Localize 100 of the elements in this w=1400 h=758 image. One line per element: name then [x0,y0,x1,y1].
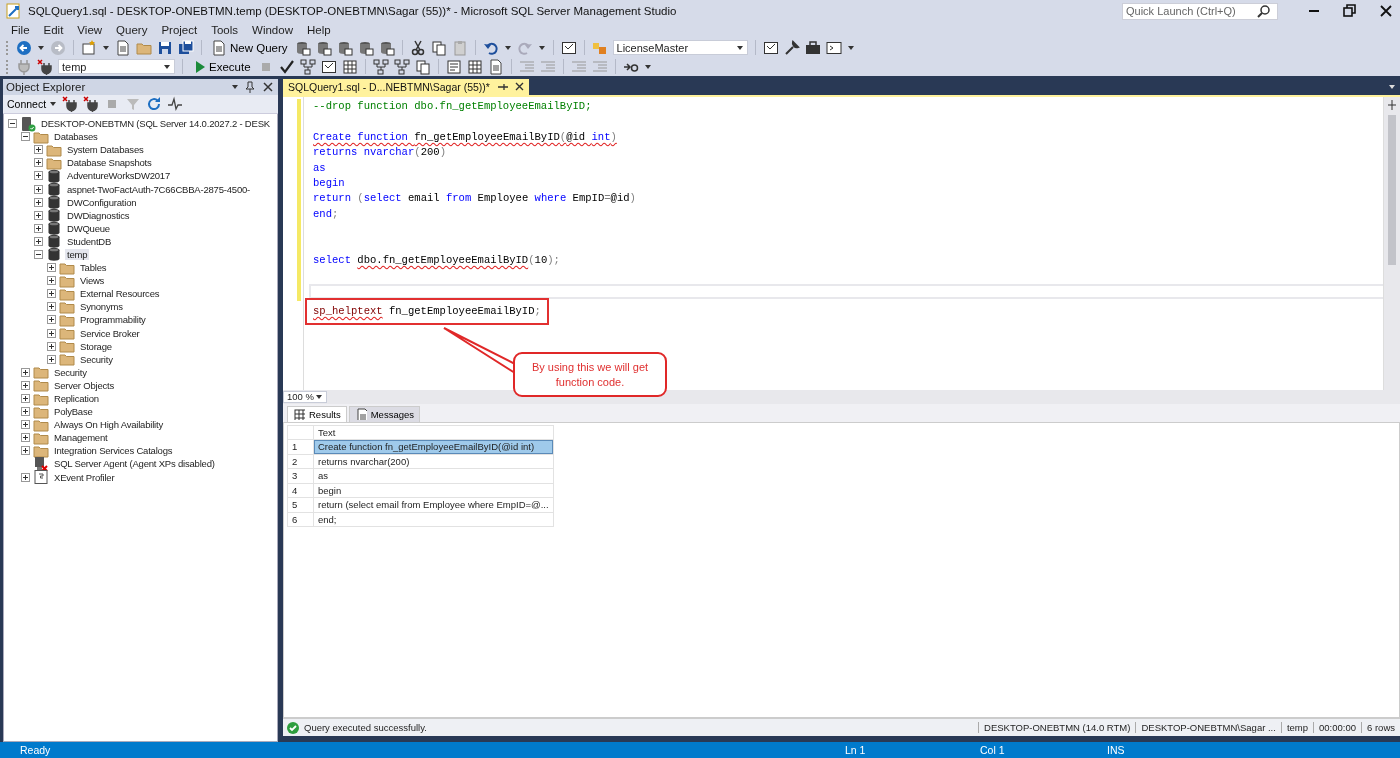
tree-item[interactable]: XEvent Profiler [52,471,117,483]
activity-icon[interactable] [167,96,184,112]
menu-item[interactable]: Project [154,24,205,36]
menu-item[interactable]: Help [299,24,338,36]
grid-icon[interactable] [466,58,483,75]
database-query-icon[interactable] [336,39,353,56]
expand-toggle[interactable] [34,236,43,246]
tree-item[interactable]: System Databases [65,144,146,156]
scrollbar-thumb[interactable] [1388,115,1396,265]
expand-toggle[interactable] [47,328,56,338]
add-item-icon[interactable] [115,39,131,56]
connect-button[interactable]: Connect [7,95,58,113]
cut-icon[interactable] [409,39,426,56]
database-query-icon[interactable] [378,39,395,56]
results-tab[interactable]: Results [287,405,347,422]
check-icon[interactable] [278,58,295,75]
disconnect-icon[interactable] [37,58,53,75]
document-tab[interactable]: SQLQuery1.sql - D...NEBTMN\Sagar (55))* [283,79,529,95]
expand-toggle[interactable] [21,380,30,390]
expand-toggle[interactable] [34,223,43,233]
new-query-button[interactable]: New Query [209,38,290,57]
window-icon[interactable] [560,39,577,56]
expand-toggle[interactable] [47,302,56,312]
tree-item[interactable]: PolyBase [52,406,95,418]
menu-item[interactable]: Edit [36,24,71,36]
zoom-dropdown[interactable]: 100 % [283,390,327,403]
tree-item[interactable]: temp [65,249,90,260]
grid-icon[interactable] [341,58,358,75]
expand-toggle[interactable] [47,354,56,364]
wrench-icon[interactable] [783,39,800,56]
disconnect-icon[interactable] [83,96,100,112]
expand-toggle[interactable] [34,210,43,220]
caret-icon[interactable] [37,43,45,52]
copy-icon[interactable] [430,39,447,56]
tree-item[interactable]: aspnet-TwoFactAuth-7C66CBBA-2875-4500- [65,183,253,195]
split-icon[interactable] [1386,99,1398,111]
plan-icon[interactable] [393,58,410,75]
expand-toggle[interactable] [21,472,30,482]
tree-item[interactable]: Tables [78,262,109,274]
menu-item[interactable]: Tools [204,24,246,36]
expand-toggle[interactable] [34,184,43,194]
tree-item[interactable]: Always On High Availability [52,419,165,431]
menu-item[interactable]: File [4,24,37,36]
tree-item[interactable]: Synonyms [78,301,125,313]
expand-toggle[interactable] [34,158,43,168]
console-icon[interactable] [825,39,842,56]
tree-item[interactable]: Service Broker [78,327,142,339]
new-project-icon[interactable] [81,39,97,56]
expand-toggle[interactable] [21,420,30,430]
tree-item[interactable]: Database Snapshots [65,157,154,169]
tree-item[interactable]: Views [78,275,107,287]
tree-item[interactable]: Management [52,432,110,444]
expand-toggle[interactable] [21,407,30,417]
copy-icon[interactable] [414,58,431,75]
tree-item[interactable]: DWDiagnostics [65,209,132,221]
expand-toggle[interactable] [47,263,56,273]
table-cell[interactable]: as [313,468,554,483]
results-tab[interactable]: Messages [348,405,420,422]
back-icon[interactable] [16,39,32,56]
database-query-icon[interactable] [294,39,311,56]
expand-toggle[interactable] [21,446,30,456]
menu-item[interactable]: Window [245,24,300,36]
expand-toggle[interactable] [21,132,30,142]
refresh-icon[interactable] [146,96,163,112]
quick-launch-field[interactable]: Quick Launch (Ctrl+Q) [1122,2,1278,20]
caret-icon[interactable] [537,43,546,52]
expand-toggle[interactable] [21,367,30,377]
close-icon[interactable] [261,80,275,94]
save-all-icon[interactable] [178,39,194,56]
table-cell[interactable]: end; [313,512,554,527]
tree-item[interactable]: DESKTOP-ONEBTMN (SQL Server 14.0.2027.2 - DESK [39,118,272,130]
caret-icon[interactable] [643,62,652,71]
tree-item[interactable]: Databases [52,131,100,143]
menu-item[interactable]: View [70,24,110,36]
tree-item[interactable]: Replication [52,393,101,404]
database-dropdown[interactable]: LicenseMaster [612,40,748,55]
tree-item[interactable]: Programmability [78,314,148,326]
table-cell[interactable]: return (select email from Employee where EmpID=@... [313,497,554,512]
window-icon[interactable] [320,58,337,75]
caret-icon[interactable] [503,43,512,52]
text-icon[interactable] [445,58,462,75]
expand-toggle[interactable] [47,341,56,351]
expand-toggle[interactable] [21,433,30,443]
document-icon[interactable] [487,58,504,75]
tree-item[interactable]: DWConfiguration [65,196,139,208]
close-icon[interactable] [513,82,524,92]
tree-item[interactable]: SQL Server Agent (Agent XPs disabled) [52,458,217,470]
caret-icon[interactable] [846,43,855,52]
tree-item[interactable]: Server Objects [52,379,117,391]
pin-icon[interactable] [495,82,508,92]
expand-toggle[interactable] [21,394,30,403]
menu-item[interactable]: Query [109,24,155,36]
expand-toggle[interactable] [34,145,43,155]
tree-item[interactable]: Security [52,366,89,378]
table-cell[interactable]: begin [313,483,554,498]
tree-item[interactable]: External Resources [78,288,162,300]
pin-icon[interactable] [243,80,257,94]
tree-item[interactable]: Security [78,353,115,365]
tree-item[interactable]: AdventureWorksDW2017 [65,170,172,182]
briefcase-icon[interactable] [804,39,821,56]
